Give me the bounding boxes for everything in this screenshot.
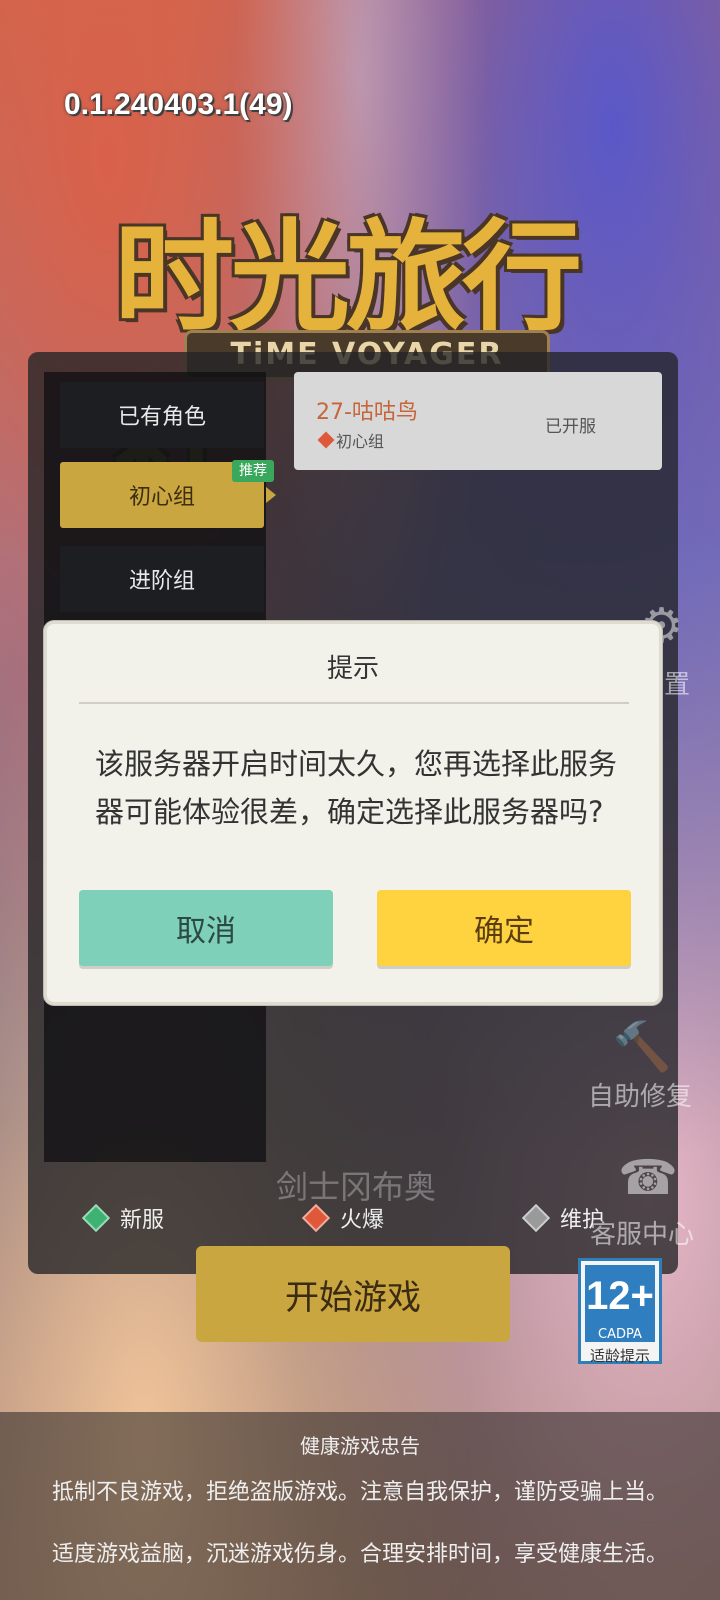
server-tag-label: 初心组 — [336, 432, 385, 451]
dialog-title: 提示 — [326, 654, 379, 684]
legend-hot: 火爆 — [301, 1202, 385, 1234]
advisory-line-1: 抵制不良游戏，拒绝盗版游戏。注意自我保护，谨防受骗上当。 — [51, 1480, 668, 1505]
advisory-line-2: 适度游戏益脑，沉迷游戏伤身。合理安排时间，享受健康生活。 — [51, 1542, 668, 1567]
server-group-tag: 初心组 — [317, 428, 385, 452]
age-rating-org: CADPA — [585, 1327, 655, 1342]
settings-label[interactable]: 置 — [664, 664, 690, 701]
group-label: 进阶组 — [128, 569, 195, 594]
server-card[interactable]: 27-咕咕鸟 初心组 已开服 — [294, 372, 662, 470]
age-rating-badge[interactable]: 12+ CADPA 适龄提示 — [578, 1258, 662, 1365]
dialog-message: 该服务器开启时间太久，您再选择此服务器可能体验很差，确定选择此服务器吗? — [95, 747, 618, 829]
group-existing-characters[interactable]: 已有角色 — [60, 382, 264, 448]
start-game-button[interactable]: 开始游戏 — [196, 1246, 510, 1342]
server-name: 27-咕咕鸟 — [316, 400, 418, 425]
maintenance-diamond-icon — [521, 1203, 551, 1233]
age-rating-number: 12+ — [585, 1265, 655, 1327]
cancel-button[interactable]: 取消 — [79, 890, 333, 966]
version-label: 0.1.240403.1(49) — [64, 88, 293, 121]
new-diamond-icon — [81, 1203, 111, 1233]
support-button[interactable]: 客服中心 — [590, 1214, 694, 1251]
advisory-title: 健康游戏忠告 — [300, 1434, 420, 1458]
dialog-divider — [79, 702, 629, 704]
legend-label: 火爆 — [340, 1208, 385, 1233]
server-status: 已开服 — [545, 417, 596, 437]
hot-diamond-icon — [317, 431, 335, 449]
confirm-dialog: 提示 该服务器开启时间太久，您再选择此服务器可能体验很差，确定选择此服务器吗? … — [44, 621, 662, 1005]
active-group-arrow-icon — [266, 487, 276, 503]
hammer-icon[interactable]: 🔨 — [612, 1018, 672, 1075]
headset-icon[interactable]: ☎ — [618, 1150, 678, 1206]
confirm-button[interactable]: 确定 — [377, 890, 631, 966]
age-rating-tip: 适龄提示 — [589, 1347, 650, 1365]
hot-diamond-icon — [301, 1203, 331, 1233]
recommend-badge: 推荐 — [232, 460, 274, 482]
game-logo: 时光旅行社 TiME VOYAGER — [24, 150, 674, 519]
legend-label: 新服 — [120, 1208, 165, 1233]
repair-button[interactable]: 自助修复 — [588, 1076, 692, 1113]
group-label: 已有角色 — [117, 405, 206, 430]
group-advanced[interactable]: 进阶组 — [60, 546, 264, 612]
group-label: 初心组 — [128, 485, 195, 510]
health-advisory: 健康游戏忠告 抵制不良游戏，拒绝盗版游戏。注意自我保护，谨防受骗上当。 适度游戏… — [0, 1412, 720, 1600]
legend-new: 新服 — [81, 1202, 165, 1234]
